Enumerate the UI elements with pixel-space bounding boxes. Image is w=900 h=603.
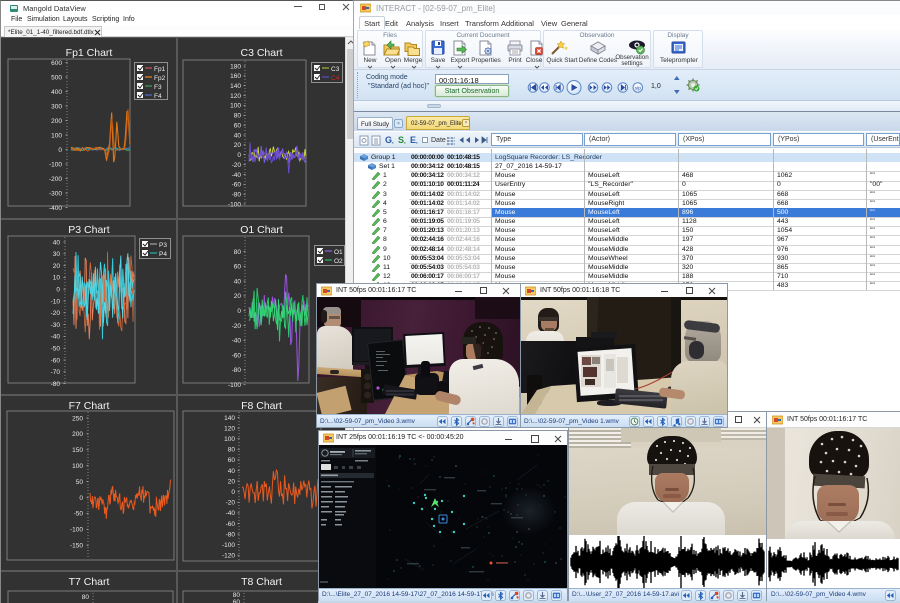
svg-text:140: 140 bbox=[230, 83, 241, 90]
svg-text:Fp1: Fp1 bbox=[154, 66, 166, 73]
svg-text:40: 40 bbox=[53, 239, 61, 246]
svg-text:-70: -70 bbox=[51, 369, 61, 376]
svg-text:10: 10 bbox=[53, 275, 61, 282]
svg-text:-20: -20 bbox=[51, 310, 61, 317]
svg-text:-50: -50 bbox=[74, 511, 84, 518]
svg-text:s/p: s/p bbox=[635, 85, 642, 90]
svg-text:-80: -80 bbox=[232, 191, 242, 198]
svg-text:-300: -300 bbox=[49, 190, 62, 197]
svg-text:100: 100 bbox=[224, 436, 235, 443]
svg-text:O1: O1 bbox=[334, 249, 343, 256]
svg-text:40: 40 bbox=[228, 468, 236, 475]
svg-text:20: 20 bbox=[228, 478, 236, 485]
svg-text:20: 20 bbox=[234, 142, 242, 149]
svg-text:300: 300 bbox=[51, 103, 62, 110]
svg-text:180: 180 bbox=[230, 63, 241, 70]
svg-text:0: 0 bbox=[58, 147, 62, 154]
svg-text:-100: -100 bbox=[222, 542, 235, 549]
svg-text:Fp2: Fp2 bbox=[154, 75, 166, 82]
svg-text:140: 140 bbox=[224, 415, 235, 422]
svg-text:-80: -80 bbox=[51, 381, 61, 388]
svg-text:0: 0 bbox=[231, 489, 235, 496]
svg-text:-80: -80 bbox=[226, 531, 236, 538]
svg-text:400: 400 bbox=[51, 89, 62, 96]
svg-text:-20: -20 bbox=[226, 500, 236, 507]
svg-text:120: 120 bbox=[230, 93, 241, 100]
svg-text:-80: -80 bbox=[232, 367, 242, 374]
svg-text:P4: P4 bbox=[159, 251, 167, 258]
svg-text:60: 60 bbox=[234, 122, 242, 129]
svg-text:-10: -10 bbox=[51, 298, 61, 305]
svg-text:100: 100 bbox=[72, 463, 83, 470]
svg-text:100: 100 bbox=[51, 132, 62, 139]
svg-text:P3: P3 bbox=[159, 242, 167, 249]
svg-text:0: 0 bbox=[237, 308, 241, 315]
svg-text:20: 20 bbox=[234, 293, 242, 300]
svg-text:-40: -40 bbox=[51, 334, 61, 341]
svg-text:200: 200 bbox=[51, 118, 62, 125]
svg-text:80: 80 bbox=[228, 447, 236, 454]
svg-text:-60: -60 bbox=[232, 352, 242, 359]
svg-text:F4: F4 bbox=[154, 93, 162, 99]
svg-text:-40: -40 bbox=[226, 510, 236, 517]
svg-text:80: 80 bbox=[234, 249, 242, 256]
svg-text:-150: -150 bbox=[70, 543, 83, 550]
svg-text:-400: -400 bbox=[49, 205, 62, 212]
svg-text:-60: -60 bbox=[51, 357, 61, 364]
svg-text:60: 60 bbox=[234, 264, 242, 271]
svg-text:-120: -120 bbox=[222, 553, 235, 560]
svg-text:500: 500 bbox=[51, 74, 62, 81]
svg-text:F3: F3 bbox=[154, 84, 162, 91]
svg-text:-40: -40 bbox=[232, 172, 242, 179]
svg-text:80: 80 bbox=[82, 594, 90, 601]
svg-text:O2: O2 bbox=[334, 258, 343, 265]
svg-text:-30: -30 bbox=[51, 322, 61, 329]
svg-text:-40: -40 bbox=[232, 338, 242, 345]
svg-text:-50: -50 bbox=[51, 346, 61, 353]
svg-text:-100: -100 bbox=[228, 382, 241, 389]
svg-text:80: 80 bbox=[233, 592, 241, 599]
svg-text:100: 100 bbox=[230, 103, 241, 110]
svg-text:20: 20 bbox=[53, 263, 61, 270]
svg-text:0: 0 bbox=[79, 495, 83, 502]
svg-text:600: 600 bbox=[51, 60, 62, 67]
svg-text:60: 60 bbox=[228, 457, 236, 464]
svg-text:-60: -60 bbox=[226, 521, 236, 528]
svg-text:50: 50 bbox=[76, 479, 84, 486]
svg-text:120: 120 bbox=[224, 425, 235, 432]
svg-text:-20: -20 bbox=[232, 323, 242, 330]
svg-text:200: 200 bbox=[72, 431, 83, 438]
svg-text:-200: -200 bbox=[49, 176, 62, 183]
svg-text:C3: C3 bbox=[331, 66, 340, 73]
svg-text:150: 150 bbox=[72, 447, 83, 454]
svg-text:C4: C4 bbox=[331, 75, 340, 82]
svg-text:-100: -100 bbox=[228, 201, 241, 208]
svg-text:-100: -100 bbox=[49, 161, 62, 168]
svg-text:30: 30 bbox=[53, 251, 61, 258]
svg-text:250: 250 bbox=[72, 415, 83, 422]
svg-text:-60: -60 bbox=[232, 182, 242, 189]
svg-text:40: 40 bbox=[234, 132, 242, 139]
svg-text:-20: -20 bbox=[232, 162, 242, 169]
svg-text:-100: -100 bbox=[70, 527, 83, 534]
svg-text:80: 80 bbox=[234, 113, 242, 120]
svg-text:0: 0 bbox=[237, 152, 241, 159]
svg-text:60: 60 bbox=[233, 599, 241, 603]
svg-text:40: 40 bbox=[234, 278, 242, 285]
svg-text:160: 160 bbox=[230, 73, 241, 80]
svg-text:0: 0 bbox=[56, 287, 60, 294]
